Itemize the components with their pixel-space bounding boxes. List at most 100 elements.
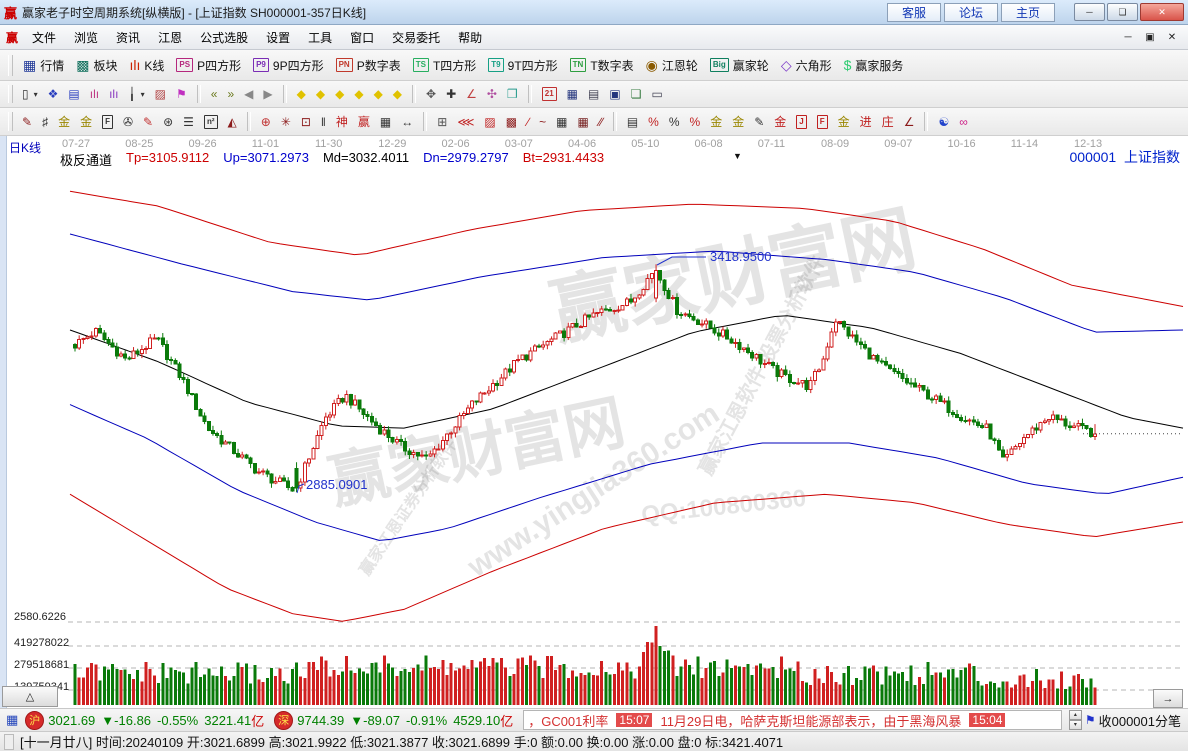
mdi-minimize-button[interactable]: ─ <box>1118 29 1138 46</box>
slant-line-button[interactable]: ∕ <box>522 112 534 132</box>
menu-item-7[interactable]: 窗口 <box>341 27 383 48</box>
dense-grid-b-button[interactable]: ▦ <box>572 112 593 132</box>
quick-button-0[interactable]: 客服 <box>887 3 941 22</box>
menu-item-8[interactable]: 交易委托 <box>383 27 449 48</box>
shen-tool-button[interactable]: 神 <box>331 112 353 132</box>
jump-first-button[interactable]: « <box>206 84 223 104</box>
pause-mark-button[interactable]: ‖ <box>316 112 331 132</box>
calculator-button[interactable]: ▦ <box>562 84 583 104</box>
radar-chart-button[interactable]: ❖ <box>43 84 64 104</box>
9p-square-button[interactable]: P99P四方形 <box>247 54 329 77</box>
gold-under-button[interactable]: 金 <box>769 112 791 132</box>
spider-web-button[interactable]: ✳ <box>276 112 296 132</box>
news-ticker[interactable]: ，GC001利率 15:07 11月29日电，哈萨克斯坦能源部表示，由于黑海风暴… <box>523 710 1062 730</box>
grid-box-b-button[interactable]: ▩ <box>501 112 522 132</box>
step-forward-button[interactable]: ▶ <box>258 84 277 104</box>
dense-grid-a-button[interactable]: ▦ <box>551 112 572 132</box>
ying-tool-button[interactable]: 赢 <box>353 112 375 132</box>
brush-button[interactable]: ✎ <box>17 112 37 132</box>
step-back-button[interactable]: ◀ <box>239 84 258 104</box>
p-square-button[interactable]: PSP四方形 <box>170 54 247 77</box>
shape-teal-button[interactable]: ❒ <box>502 84 523 104</box>
period-style-dropdown-icon[interactable]: ▾ <box>34 90 38 99</box>
percent-red-button[interactable]: % <box>643 112 664 132</box>
9t-square-button[interactable]: T99T四方形 <box>482 54 563 77</box>
gann-mini-fan-button[interactable]: ✣ <box>482 84 502 104</box>
minimize-button[interactable]: ─ <box>1074 3 1105 21</box>
candle-style-dropdown-icon[interactable]: ▾ <box>141 90 145 99</box>
mirror-angle-button[interactable]: ◭ <box>223 112 242 132</box>
expand-pane-button[interactable]: △ <box>2 686 58 707</box>
wave-tool-button[interactable]: ~ <box>534 112 551 132</box>
pan-hand-button[interactable]: ✥ <box>421 84 441 104</box>
speed-angle-button[interactable]: 进 <box>855 112 877 132</box>
slope-angle-button[interactable]: ∠ <box>899 112 920 132</box>
kline-button[interactable]: ılıK线 <box>124 54 171 77</box>
hexagon-button[interactable]: ◇六角形 <box>775 54 838 77</box>
diamond-full-button[interactable]: ◆ <box>388 84 407 104</box>
chart-canvas[interactable] <box>0 136 1188 708</box>
candle-style-button[interactable]: ╽▾ <box>123 84 149 104</box>
gold-gate-a-button[interactable]: 金 <box>53 112 75 132</box>
winner-service-button[interactable]: $赢家服务 <box>838 54 910 77</box>
export-image-button[interactable]: ❏ <box>626 84 647 104</box>
bars-9-button[interactable]: ılı <box>104 84 123 104</box>
diamond-right-button[interactable]: ◆ <box>311 84 330 104</box>
menu-item-2[interactable]: 资讯 <box>107 27 149 48</box>
f-angle-button[interactable]: F <box>812 112 833 132</box>
t-square-button[interactable]: TST四方形 <box>407 54 483 77</box>
spiral-button[interactable]: ✇ <box>118 112 138 132</box>
percent-line-button[interactable]: % <box>685 112 706 132</box>
quick-button-2[interactable]: 主页 <box>1001 3 1055 22</box>
close-button[interactable]: ✕ <box>1140 3 1184 21</box>
maximize-button[interactable]: ❏ <box>1107 3 1138 21</box>
target-circle-button[interactable]: ⊕ <box>256 112 276 132</box>
calendar-21-button[interactable]: 21 <box>537 84 562 104</box>
level-list-button[interactable]: ▤ <box>622 112 643 132</box>
market-grid-icon[interactable]: ▦ <box>6 712 18 728</box>
f-bars-button[interactable]: F <box>97 112 118 132</box>
scroll-right-button[interactable]: → <box>1153 689 1183 708</box>
grid-123-button[interactable]: ▦ <box>375 112 396 132</box>
ticker-spinner[interactable]: ▴ ▾ <box>1069 710 1082 730</box>
menu-item-4[interactable]: 公式选股 <box>191 27 257 48</box>
quote-board-button[interactable]: ▤ <box>63 84 84 104</box>
comb-grid-button[interactable]: ♯ <box>37 112 53 132</box>
quick-button-1[interactable]: 论坛 <box>944 3 998 22</box>
diamond-h-expand-button[interactable]: ◆ <box>330 84 349 104</box>
spinner-down-icon[interactable]: ▾ <box>1069 720 1082 730</box>
yin-yang-button[interactable]: ☯ <box>933 112 954 132</box>
globe-lines-button[interactable]: ⊛ <box>158 112 178 132</box>
grid-box-a-button[interactable]: ▨ <box>479 112 500 132</box>
angle-measure-button[interactable]: ∠ <box>461 84 482 104</box>
red-pen-button[interactable]: ✎ <box>138 112 158 132</box>
diamond-left-button[interactable]: ◆ <box>292 84 311 104</box>
notepad-button[interactable]: ▤ <box>583 84 604 104</box>
spinner-up-icon[interactable]: ▴ <box>1069 710 1082 720</box>
gold-gate-b-button[interactable]: 金 <box>75 112 97 132</box>
percent-black-button[interactable]: % <box>664 112 685 132</box>
fan-lines-button[interactable]: ⋘ <box>452 112 479 132</box>
measure-width-button[interactable]: ↔ <box>396 112 418 132</box>
bars-3-button[interactable]: ılı <box>85 84 104 104</box>
print-button[interactable]: ▭ <box>646 84 667 104</box>
menu-item-1[interactable]: 浏览 <box>65 27 107 48</box>
frame-tool-button[interactable]: ⊞ <box>432 112 452 132</box>
mdi-close-button[interactable]: ✕ <box>1162 29 1182 46</box>
menu-item-9[interactable]: 帮助 <box>449 27 491 48</box>
diamond-compress-button[interactable]: ◆ <box>349 84 368 104</box>
menu-item-0[interactable]: 文件 <box>23 27 65 48</box>
diamond-v-expand-button[interactable]: ◆ <box>369 84 388 104</box>
infinity-button[interactable]: ∞ <box>954 112 973 132</box>
box-target-button[interactable]: ⊡ <box>296 112 316 132</box>
quotes-button[interactable]: ▦行情 <box>17 54 70 77</box>
pattern-box-button[interactable]: ▨ <box>150 84 171 104</box>
sectors-button[interactable]: ▩板块 <box>70 54 123 77</box>
t-number-table-button[interactable]: TNT数字表 <box>564 54 640 77</box>
tick-chart-label[interactable]: 收000001分笔 <box>1099 711 1181 730</box>
crosshair-button[interactable]: ✚ <box>441 84 461 104</box>
winner-wheel-button[interactable]: Big赢家轮 <box>704 54 775 77</box>
j-angle-button[interactable]: J <box>791 112 811 132</box>
p-number-table-button[interactable]: PNP数字表 <box>330 54 407 77</box>
jump-last-button[interactable]: » <box>222 84 239 104</box>
